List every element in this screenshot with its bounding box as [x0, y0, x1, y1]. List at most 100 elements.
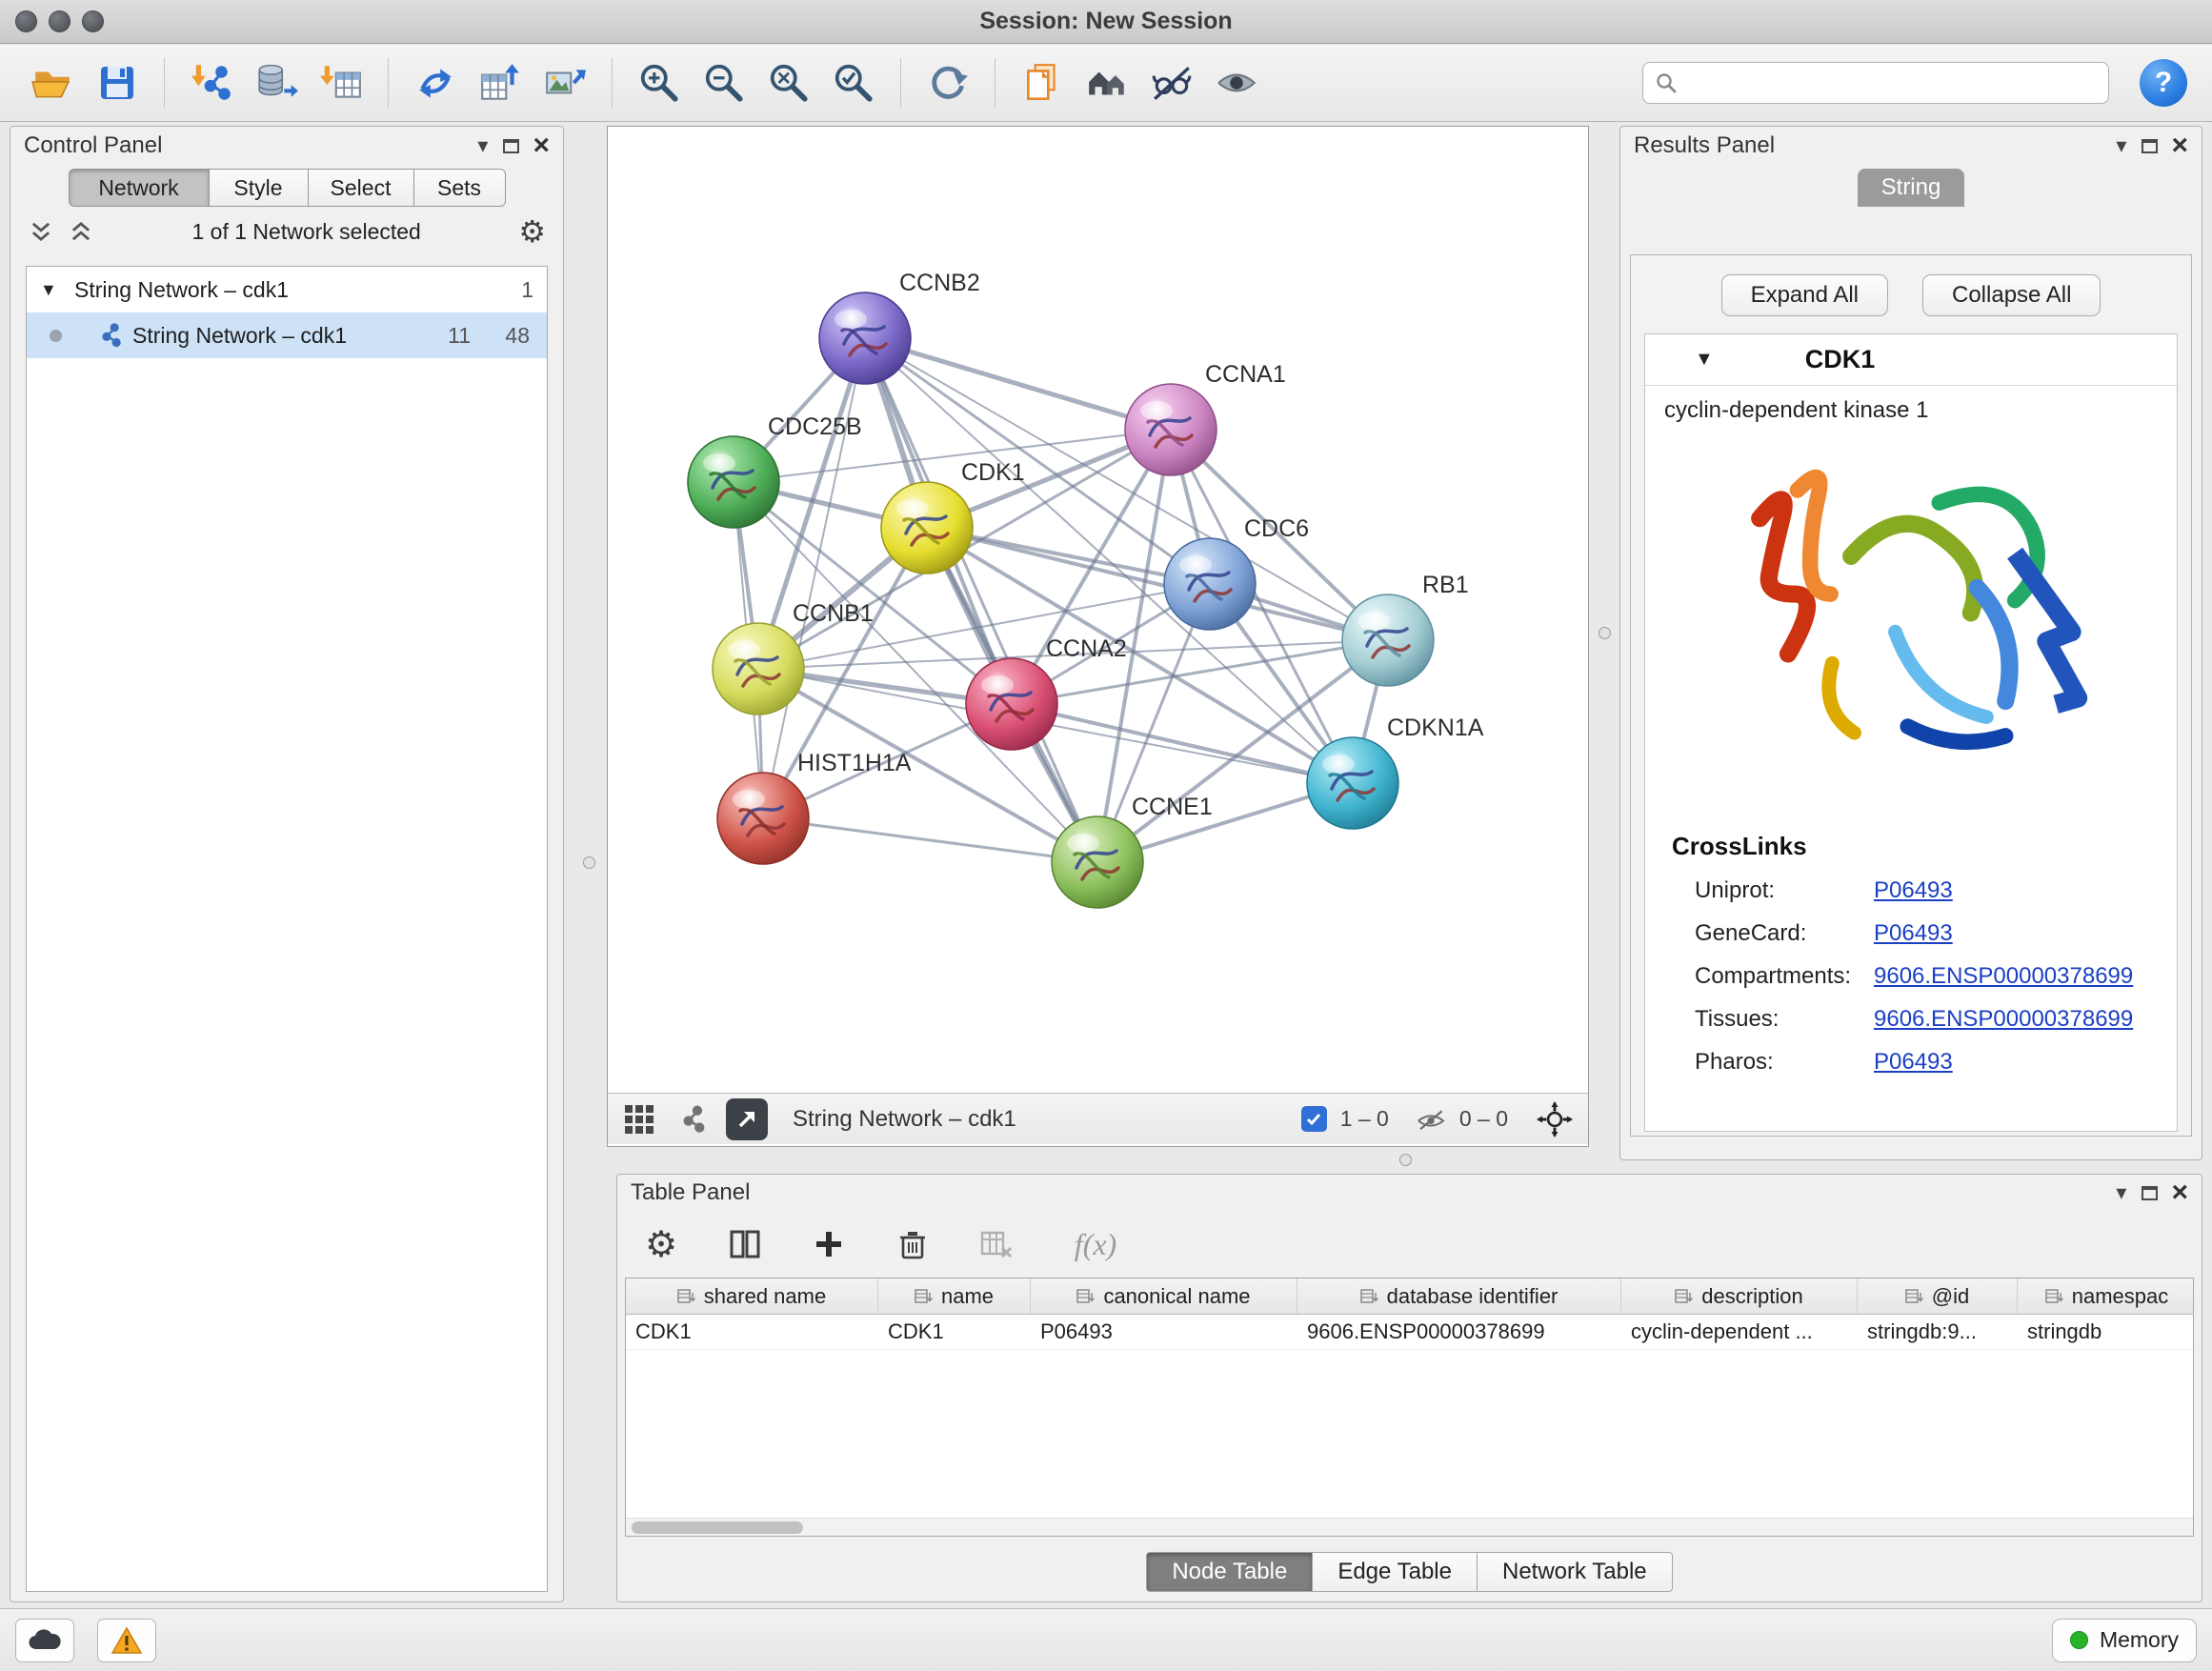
column-header-database-identifier[interactable]: database identifier [1297, 1278, 1621, 1314]
import-table-file-button[interactable] [313, 53, 369, 112]
close-panel-icon[interactable]: × [533, 131, 550, 160]
home-layout-button[interactable] [1079, 53, 1135, 112]
zoom-selected-button[interactable] [826, 53, 881, 112]
genecard-link[interactable]: P06493 [1874, 920, 1953, 947]
float-panel-icon[interactable] [2142, 139, 2158, 153]
cloud-status-button[interactable] [15, 1619, 74, 1662]
tree-expander-icon[interactable]: ▼ [40, 280, 65, 300]
zoom-out-button[interactable] [696, 53, 752, 112]
panel-menu-icon[interactable]: ▾ [2116, 135, 2126, 156]
uniprot-link[interactable]: P06493 [1874, 877, 1953, 904]
detach-view-button[interactable] [726, 1098, 768, 1140]
table-row[interactable]: CDK1CDK1P064939606.ENSP00000378699cyclin… [626, 1315, 2193, 1350]
clone-network-button[interactable] [1015, 53, 1070, 112]
delete-column-button[interactable] [890, 1221, 935, 1267]
tab-select[interactable]: Select [309, 169, 414, 207]
scrollbar-thumb[interactable] [632, 1521, 803, 1534]
float-panel-icon[interactable] [503, 139, 519, 153]
table-settings-button[interactable]: ⚙ [638, 1221, 684, 1267]
selected-checkbox[interactable] [1301, 1106, 1327, 1132]
expand-all-button[interactable]: Expand All [1721, 274, 1888, 316]
network-canvas[interactable]: CCNB2CCNA1CDC25BCDK1CDC6RB1CCNB1CCNA2CDK… [608, 127, 1588, 1093]
zoom-in-button[interactable] [632, 53, 687, 112]
column-header-canonical-name[interactable]: canonical name [1031, 1278, 1297, 1314]
tab-network-table[interactable]: Network Table [1478, 1552, 1673, 1592]
column-header--id[interactable]: @id [1858, 1278, 2018, 1314]
tree-row-network[interactable]: String Network – cdk1 11 48 [27, 312, 547, 358]
network-edge[interactable] [763, 818, 1097, 862]
export-table-button[interactable] [473, 53, 528, 112]
collapse-gene-icon[interactable]: ▼ [1695, 349, 1714, 371]
splitter-handle[interactable] [1599, 627, 1611, 639]
apply-layout-button[interactable] [920, 53, 975, 112]
network-edge[interactable] [865, 338, 1097, 862]
network-node-CCNA2[interactable] [966, 658, 1057, 750]
help-button[interactable]: ? [2140, 59, 2187, 107]
zoom-window-button[interactable] [82, 10, 104, 32]
warnings-button[interactable] [97, 1619, 156, 1662]
panel-menu-icon[interactable]: ▾ [2116, 1182, 2126, 1203]
function-builder-button[interactable]: f(x) [1057, 1221, 1134, 1267]
search-input[interactable] [1685, 70, 2097, 95]
close-window-button[interactable] [15, 10, 37, 32]
enhanced-labels-toggle-button[interactable] [1144, 53, 1199, 112]
close-panel-icon[interactable]: × [2171, 1178, 2188, 1207]
gene-section-header[interactable]: ▼ CDK1 [1645, 334, 2177, 386]
splitter-handle[interactable] [1399, 1154, 1412, 1166]
network-edge[interactable] [865, 338, 1171, 430]
zoom-fit-button[interactable] [761, 53, 816, 112]
tab-node-table[interactable]: Node Table [1146, 1552, 1313, 1592]
horizontal-scrollbar[interactable] [626, 1518, 2193, 1536]
export-network-arrows-button[interactable] [408, 53, 463, 112]
import-network-database-button[interactable] [249, 53, 304, 112]
compartments-link[interactable]: 9606.ENSP00000378699 [1874, 963, 2133, 990]
memory-button[interactable]: Memory [2052, 1619, 2197, 1662]
network-edge[interactable] [763, 338, 865, 818]
collapse-all-icon[interactable] [28, 218, 54, 245]
network-node-CDK1[interactable] [881, 482, 973, 574]
minimize-window-button[interactable] [49, 10, 70, 32]
gear-icon[interactable]: ⚙ [518, 216, 546, 247]
column-header-description[interactable]: description [1621, 1278, 1858, 1314]
column-header-shared-name[interactable]: shared name [626, 1278, 878, 1314]
tab-edge-table[interactable]: Edge Table [1313, 1552, 1478, 1592]
grid-view-icon[interactable] [623, 1103, 655, 1136]
save-session-button[interactable] [90, 53, 145, 112]
tab-sets[interactable]: Sets [414, 169, 506, 207]
close-panel-icon[interactable]: × [2171, 131, 2188, 160]
network-node-HIST1H1A[interactable] [717, 773, 809, 864]
delete-table-button[interactable] [974, 1221, 1019, 1267]
tree-row-collection[interactable]: ▼ String Network – cdk1 1 [27, 267, 547, 312]
network-node-CCNE1[interactable] [1052, 816, 1143, 908]
splitter-handle[interactable] [583, 856, 595, 869]
share-view-icon[interactable] [674, 1103, 707, 1136]
node-label-CDKN1A: CDKN1A [1387, 715, 1484, 741]
crosshair-icon[interactable] [1537, 1101, 1573, 1137]
column-header-name[interactable]: name [878, 1278, 1031, 1314]
panel-menu-icon[interactable]: ▾ [477, 135, 488, 156]
open-session-button[interactable] [25, 53, 80, 112]
string-results-tab[interactable]: String [1858, 169, 1964, 207]
network-node-CDC25B[interactable] [688, 436, 779, 528]
network-node-CDC6[interactable] [1164, 538, 1256, 630]
column-header-namespac[interactable]: namespac [2018, 1278, 2194, 1314]
tab-style[interactable]: Style [210, 169, 309, 207]
network-node-CDKN1A[interactable] [1307, 737, 1398, 829]
network-node-RB1[interactable] [1342, 594, 1434, 686]
network-node-CCNB2[interactable] [819, 292, 911, 384]
hidden-eye-slash-icon [1416, 1104, 1446, 1135]
tab-network[interactable]: Network [69, 169, 210, 207]
add-column-button[interactable] [806, 1221, 852, 1267]
graphics-details-button[interactable] [1209, 53, 1264, 112]
show-columns-button[interactable] [722, 1221, 768, 1267]
network-edge[interactable] [1012, 704, 1353, 783]
import-network-file-button[interactable] [184, 53, 239, 112]
pharos-link[interactable]: P06493 [1874, 1049, 1953, 1076]
collapse-all-button[interactable]: Collapse All [1922, 274, 2101, 316]
network-node-CCNB1[interactable] [713, 623, 804, 715]
expand-all-icon[interactable] [68, 218, 94, 245]
float-panel-icon[interactable] [2142, 1186, 2158, 1200]
tissues-link[interactable]: 9606.ENSP00000378699 [1874, 1006, 2133, 1033]
network-node-CCNA1[interactable] [1125, 384, 1217, 475]
export-image-button[interactable] [537, 53, 593, 112]
